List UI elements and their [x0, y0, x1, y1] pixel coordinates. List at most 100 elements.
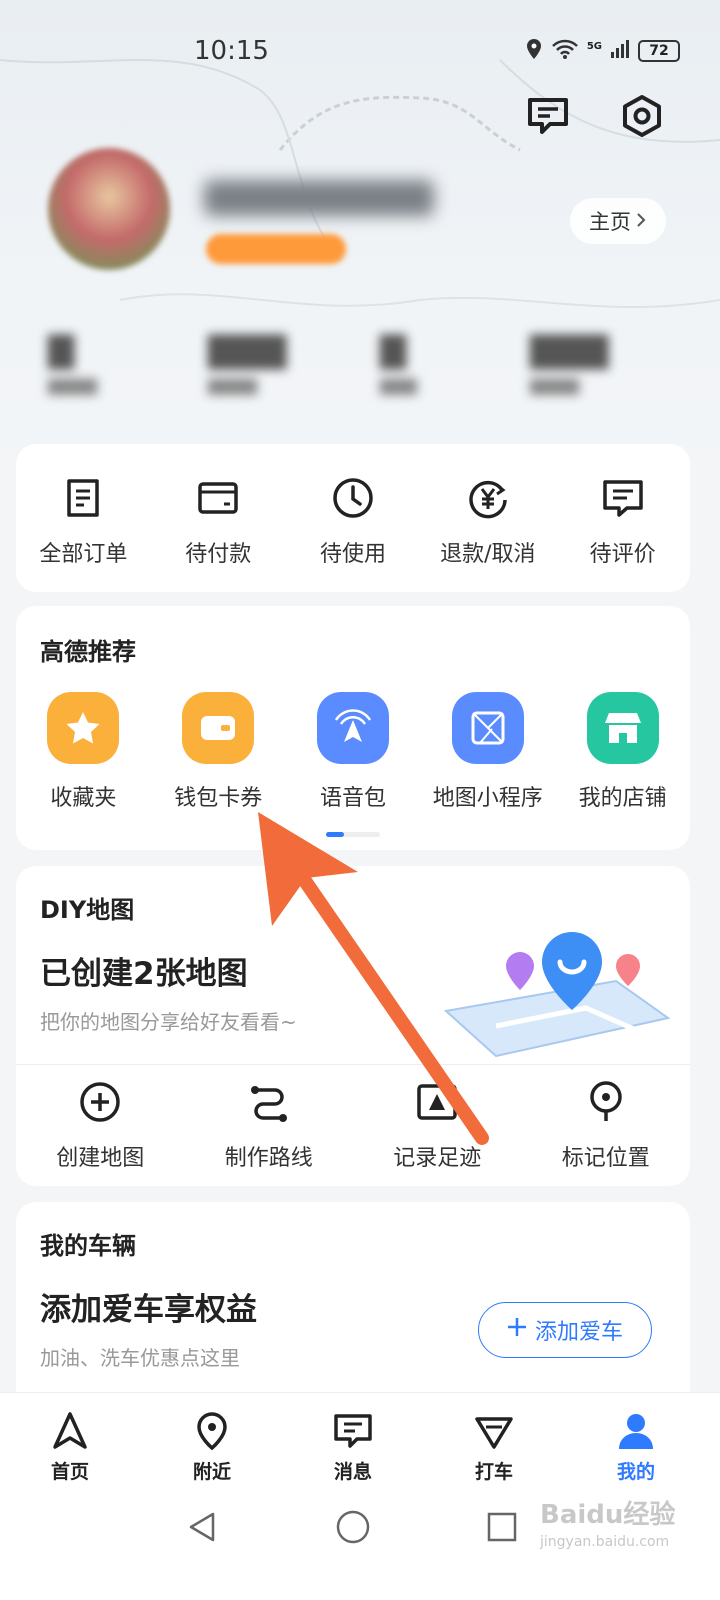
mark-location-label: 标记位置 — [561, 1146, 650, 1171]
mini-program-button[interactable]: 地图小程序 — [420, 692, 555, 812]
diy-subtitle: 把你的地图分享给好友看看~ — [40, 1010, 297, 1034]
order-review-label: 待评价 — [589, 542, 656, 567]
avatar[interactable] — [48, 148, 170, 270]
order-unpaid-label: 待付款 — [185, 542, 252, 567]
home-page-button[interactable]: 主页 — [570, 198, 666, 244]
favorites-button[interactable]: 收藏夹 — [16, 692, 151, 812]
app-screen: 10:15 5G 72 主页 ▇ ▇▇▇▇ ▇▇▇ ▇▇▇▇ ▇ ▇▇▇ ▇▇▇… — [0, 0, 720, 1600]
location-icon — [525, 38, 543, 64]
camera-icon — [417, 1084, 457, 1120]
order-review-button[interactable]: 待评价 — [555, 476, 690, 568]
wallet-coupons-button[interactable]: 钱包卡券 — [151, 692, 286, 812]
status-icons: 5G 72 — [525, 38, 680, 64]
diy-map-illustration — [443, 932, 671, 1058]
record-track-button[interactable]: 记录足迹 — [353, 1080, 522, 1172]
message-center-button[interactable] — [524, 92, 572, 140]
nav-mine-label: 我的 — [616, 1461, 655, 1483]
battery-indicator: 72 — [638, 40, 680, 62]
back-triangle-icon — [189, 1512, 215, 1542]
order-to-use-button[interactable]: 待使用 — [286, 476, 421, 568]
nav-mine[interactable]: 我的 — [586, 1411, 686, 1484]
diy-title: DIY地图 — [40, 896, 135, 924]
make-route-button[interactable]: 制作路线 — [185, 1080, 354, 1172]
stats-row-blurred: ▇ ▇▇▇▇ ▇▇▇ ▇▇▇▇ ▇ ▇▇▇ ▇▇▇ ▇▇▇▇ — [44, 330, 684, 410]
nav-taxi-label: 打车 — [474, 1461, 513, 1483]
chat-icon — [528, 98, 568, 134]
stat-blurred[interactable]: ▇ ▇▇▇ — [380, 330, 417, 395]
my-shop-button[interactable]: 我的店铺 — [555, 692, 690, 812]
voice-pack-button[interactable]: 语音包 — [286, 692, 421, 812]
favorites-label: 收藏夹 — [50, 786, 117, 811]
nav-messages[interactable]: 消息 — [303, 1411, 403, 1484]
stat-blurred[interactable]: ▇ ▇▇▇▇ — [48, 330, 97, 395]
signal-icon — [610, 39, 630, 63]
home-circle-icon — [336, 1510, 370, 1544]
system-recents-button[interactable] — [480, 1505, 524, 1549]
system-back-button[interactable] — [180, 1505, 224, 1549]
network-label: 5G — [586, 40, 602, 52]
add-car-button[interactable]: 添加爱车 — [478, 1302, 652, 1358]
order-refund-label: 退款/取消 — [440, 542, 536, 567]
order-to-use-label: 待使用 — [319, 542, 386, 567]
plus-circle-icon — [80, 1082, 120, 1122]
wifi-icon — [551, 38, 579, 64]
stat-blurred[interactable]: ▇▇▇ ▇▇▇▇ — [208, 330, 286, 395]
settings-hexagon-icon — [623, 95, 661, 137]
orders-row: 全部订单 待付款 待使用 退款/取消 待评价 — [16, 476, 690, 568]
person-icon — [619, 1414, 653, 1449]
mini-program-icon — [451, 692, 524, 764]
diy-headline[interactable]: 已创建2张地图 — [40, 948, 248, 993]
stat-blurred[interactable]: ▇▇▇ ▇▇▇▇ — [530, 330, 608, 395]
plus-icon — [507, 1317, 527, 1343]
page-indicator-active — [326, 832, 344, 837]
nearby-pin-icon — [197, 1412, 227, 1451]
recommend-title: 高德推荐 — [40, 638, 136, 666]
diy-divider — [16, 1064, 690, 1065]
location-pin-icon — [590, 1081, 622, 1121]
nav-taxi[interactable]: 打车 — [444, 1411, 544, 1484]
star-icon — [47, 692, 120, 764]
voice-nav-icon — [316, 692, 389, 764]
refund-yen-icon — [469, 480, 507, 519]
status-bar: 10:15 5G 72 — [0, 30, 720, 76]
level-badge-blurred[interactable] — [206, 234, 346, 264]
wallet-card-icon — [198, 482, 238, 514]
nav-home[interactable]: 首页 — [20, 1411, 120, 1484]
diy-map-card: DIY地图 已创建2张地图 把你的地图分享给好友看看~ 创建地图 制作路线 记录… — [16, 866, 690, 1186]
home-page-label: 主页 — [589, 210, 631, 234]
recommend-card: 高德推荐 收藏夹 钱包卡券 语音包 地图小程序 我的店铺 — [16, 606, 690, 850]
vehicle-subtitle: 加油、洗车优惠点这里 — [40, 1346, 240, 1370]
route-icon — [250, 1086, 287, 1122]
comment-icon — [602, 480, 643, 517]
diy-actions-row: 创建地图 制作路线 记录足迹 标记位置 — [16, 1080, 690, 1172]
create-map-button[interactable]: 创建地图 — [16, 1080, 185, 1172]
nav-nearby[interactable]: 附近 — [162, 1411, 262, 1484]
user-name-blurred[interactable] — [204, 180, 434, 216]
mark-location-button[interactable]: 标记位置 — [522, 1080, 691, 1172]
mini-program-label: 地图小程序 — [432, 786, 543, 811]
vehicle-headline[interactable]: 添加爱车享权益 — [40, 1284, 257, 1329]
shop-icon — [586, 692, 659, 764]
orders-card: 全部订单 待付款 待使用 退款/取消 待评价 — [16, 444, 690, 592]
chevron-right-icon — [635, 209, 647, 233]
navigate-arrow-icon — [53, 1412, 87, 1449]
order-refund-button[interactable]: 退款/取消 — [420, 476, 555, 568]
add-car-label: 添加爱车 — [534, 1320, 623, 1345]
vehicle-title: 我的车辆 — [40, 1232, 136, 1260]
nav-home-label: 首页 — [50, 1461, 89, 1483]
voice-pack-label: 语音包 — [319, 786, 386, 811]
clock-icon — [333, 478, 373, 518]
message-icon — [334, 1414, 372, 1448]
settings-button[interactable] — [618, 92, 666, 140]
order-list-icon — [67, 479, 100, 517]
order-all-label: 全部订单 — [39, 542, 128, 567]
nav-messages-label: 消息 — [333, 1461, 372, 1483]
vehicle-card: 我的车辆 添加爱车享权益 加油、洗车优惠点这里 添加爱车 — [16, 1202, 690, 1422]
wallet-icon — [182, 692, 255, 764]
my-shop-label: 我的店铺 — [578, 786, 667, 811]
order-unpaid-button[interactable]: 待付款 — [151, 476, 286, 568]
watermark-brand: Baidu经验 — [540, 1500, 676, 1530]
system-home-button[interactable] — [331, 1505, 375, 1549]
make-route-label: 制作路线 — [224, 1146, 313, 1171]
order-all-button[interactable]: 全部订单 — [16, 476, 151, 568]
